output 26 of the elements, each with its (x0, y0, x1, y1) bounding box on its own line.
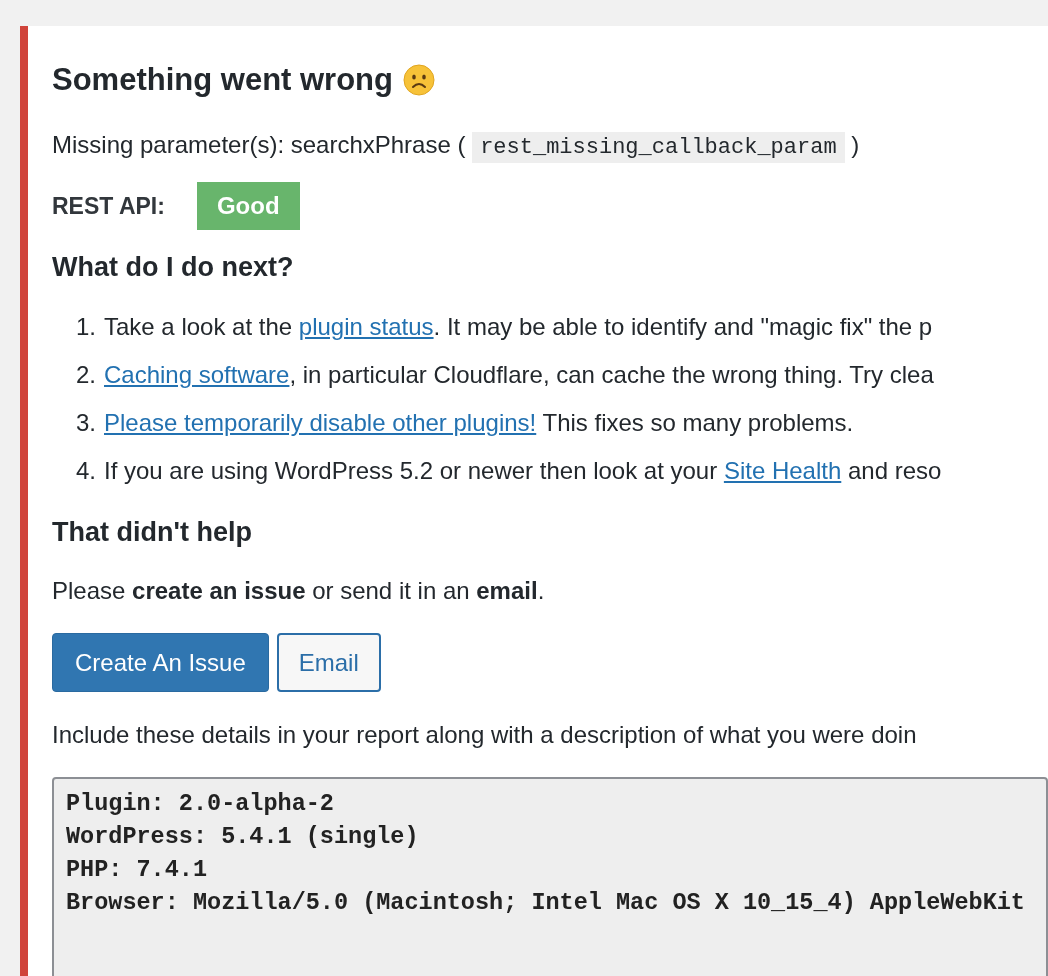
step-text: Caching software, in particular Cloudflare, can cache the wrong thing. Try clea (104, 360, 934, 390)
step-number: 1. (75, 312, 96, 342)
help-link[interactable]: Caching software (104, 361, 290, 388)
step-number: 2. (75, 360, 96, 390)
section-heading: That didn't help (52, 517, 253, 548)
details-field[interactable]: Plugin: 2.0-alpha-2 WordPress: 5.4.1 (single) PHP: 7.4.1 Browser: Mozilla/5.0 (Macintosh; Intel Mac OS X 10_15_4) AppleWebKit (52, 777, 1048, 976)
details-intro: Include these details in your report along with a description of what you were doin (52, 720, 918, 750)
closing-paren: ) (851, 131, 860, 158)
section-heading: What do I do next? (52, 252, 295, 283)
page-title: Something went wrong (52, 62, 393, 98)
step-text: Take a look at the plugin status. It may be able to identify and "magic fix" the p (104, 312, 933, 342)
help-link[interactable]: plugin status (298, 313, 434, 340)
error-message: Missing parameter(s): searchxPhrase ( (52, 131, 466, 158)
step-text: If you are using WordPress 5.2 or newer then look at your Site Health and reso (104, 456, 942, 486)
rest-api-label: REST API: (52, 192, 165, 220)
frowning-face-icon (403, 64, 435, 96)
step-text: Please temporarily disable other plugins! This fixes so many problems. (104, 408, 854, 438)
help-link[interactable]: Site Health (723, 457, 842, 484)
create-issue-button[interactable]: Create An Issue (52, 633, 269, 692)
help-link[interactable]: Please temporarily disable other plugins! (104, 409, 537, 436)
step-number: 4. (75, 456, 96, 486)
step-number: 3. (75, 408, 96, 438)
error-code: rest_missing_callback_param (472, 132, 845, 163)
email-button[interactable]: Email (276, 633, 381, 692)
status-badge: Good (196, 182, 300, 230)
help-text: Please create an issue or send it in an email. (52, 576, 546, 606)
